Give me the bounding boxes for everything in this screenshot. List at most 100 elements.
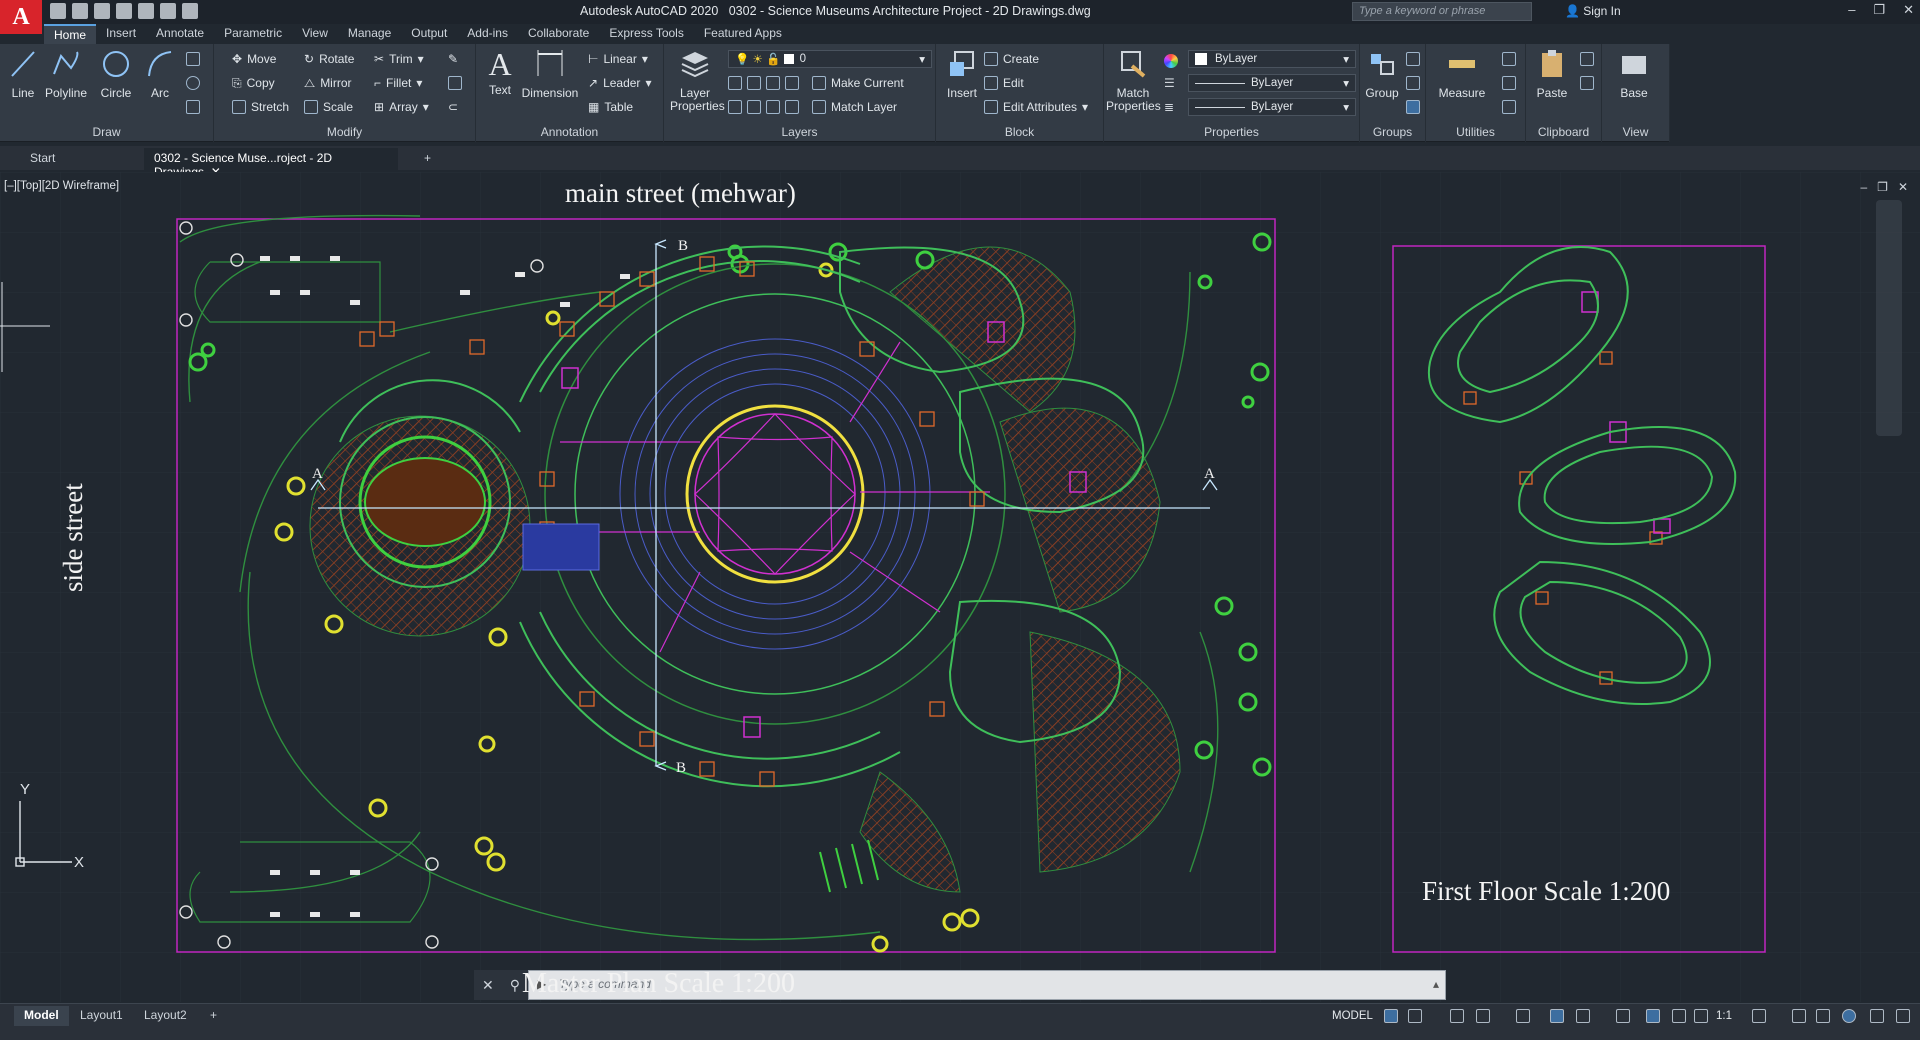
mirror-button[interactable]: ⧍ Mirror bbox=[304, 74, 352, 92]
trim-button[interactable]: ✂ Trim ▾ bbox=[374, 50, 424, 68]
leader-button[interactable]: ↗ Leader ▾ bbox=[588, 74, 651, 92]
annotation-panel-label[interactable]: Annotation bbox=[476, 125, 663, 139]
model-space-toggle[interactable]: MODEL bbox=[1332, 1010, 1373, 1022]
tab-featured-apps[interactable]: Featured Apps bbox=[694, 24, 792, 44]
offset-button[interactable]: ⊂ bbox=[448, 98, 458, 116]
annotation-visibility-icon[interactable] bbox=[1672, 1009, 1686, 1023]
drawing-canvas[interactable]: A A B B Y X main street (mehwar) side st… bbox=[0, 172, 1920, 1002]
viewport-minimize-icon[interactable]: – bbox=[1860, 180, 1867, 194]
restore-icon[interactable]: ❐ bbox=[1873, 2, 1885, 18]
chevron-down-icon[interactable]: ▾ bbox=[418, 52, 424, 66]
plot-icon[interactable] bbox=[138, 3, 154, 19]
minimize-icon[interactable]: – bbox=[1848, 2, 1855, 18]
layer-properties-button[interactable]: Layer Properties bbox=[670, 48, 725, 113]
calculator-button[interactable] bbox=[1502, 98, 1516, 116]
polyline-button[interactable]: Polyline bbox=[44, 48, 88, 100]
annotation-monitor-icon[interactable] bbox=[1646, 1009, 1660, 1023]
command-line[interactable]: ▶ Type a command ▴ bbox=[528, 970, 1446, 1000]
tab-add-ins[interactable]: Add-ins bbox=[457, 24, 518, 44]
add-layout-button[interactable]: + bbox=[200, 1006, 227, 1026]
ellipse-button[interactable] bbox=[186, 74, 200, 92]
osnap-icon[interactable] bbox=[1516, 1009, 1530, 1023]
selection-cycling-icon[interactable] bbox=[1616, 1009, 1630, 1023]
select-all-button[interactable] bbox=[1502, 74, 1516, 92]
erase-button[interactable]: ✎ bbox=[448, 50, 458, 68]
rotate-button[interactable]: ↻ Rotate bbox=[304, 50, 354, 68]
auto-scale-icon[interactable] bbox=[1694, 1009, 1708, 1023]
layer-tools-row-2[interactable] bbox=[728, 98, 799, 116]
tab-home[interactable]: Home bbox=[44, 24, 97, 44]
undo-icon[interactable] bbox=[160, 3, 176, 19]
color-dropdown[interactable]: ByLayer ▾ bbox=[1188, 50, 1356, 68]
polar-icon[interactable] bbox=[1476, 1009, 1490, 1023]
redo-icon[interactable] bbox=[182, 3, 198, 19]
ungroup-button[interactable] bbox=[1406, 50, 1420, 68]
lineweight-dropdown[interactable]: ByLayer ▾ bbox=[1188, 98, 1356, 116]
groups-panel-label[interactable]: Groups bbox=[1360, 125, 1425, 139]
sign-in-button[interactable]: 👤 Sign In bbox=[1565, 4, 1621, 18]
clipboard-panel-label[interactable]: Clipboard bbox=[1526, 125, 1601, 139]
tab-parametric[interactable]: Parametric bbox=[214, 24, 292, 44]
viewport-close-icon[interactable]: ✕ bbox=[1898, 180, 1908, 194]
annotation-scale[interactable]: 1:1 bbox=[1716, 1010, 1732, 1022]
tab-annotate[interactable]: Annotate bbox=[146, 24, 214, 44]
tab-start[interactable]: Start bbox=[20, 148, 65, 170]
move-button[interactable]: ✥ Move bbox=[232, 50, 276, 68]
layer-dropdown[interactable]: 💡 ☀ 🔓 0 ▾ bbox=[728, 50, 932, 68]
edit-block-button[interactable]: Edit bbox=[984, 74, 1024, 92]
command-input[interactable]: Type a command bbox=[559, 977, 651, 991]
save-icon[interactable] bbox=[94, 3, 110, 19]
make-current-button[interactable]: Make Current bbox=[812, 74, 904, 92]
tab-insert[interactable]: Insert bbox=[96, 24, 146, 44]
transparency-icon[interactable] bbox=[1576, 1009, 1590, 1023]
command-close-icon[interactable]: ✕ bbox=[482, 977, 494, 994]
chevron-down-icon[interactable]: ▾ bbox=[423, 100, 429, 114]
quick-select-button[interactable] bbox=[1502, 50, 1516, 68]
layers-panel-label[interactable]: Layers bbox=[664, 125, 935, 139]
properties-panel-label[interactable]: Properties bbox=[1104, 125, 1359, 139]
linear-button[interactable]: ⊢ Linear ▾ bbox=[588, 50, 648, 68]
group-edit-button[interactable] bbox=[1406, 74, 1420, 92]
edit-attributes-button[interactable]: Edit Attributes ▾ bbox=[984, 98, 1088, 116]
paste-button[interactable]: Paste bbox=[1532, 48, 1572, 100]
text-button[interactable]: A Text bbox=[482, 48, 518, 97]
dimension-button[interactable]: Dimension bbox=[520, 48, 580, 100]
match-properties-button[interactable]: Match Properties bbox=[1106, 48, 1161, 113]
linetype-dropdown[interactable]: ByLayer ▾ bbox=[1188, 74, 1356, 92]
viewport-restore-icon[interactable]: ❐ bbox=[1877, 180, 1888, 194]
close-icon[interactable]: ✕ bbox=[1903, 2, 1914, 18]
create-block-button[interactable]: Create bbox=[984, 50, 1039, 68]
plus-icon[interactable] bbox=[1792, 1009, 1806, 1023]
clean-screen-icon[interactable] bbox=[1870, 1009, 1884, 1023]
tab-collaborate[interactable]: Collaborate bbox=[518, 24, 599, 44]
chevron-down-icon[interactable]: ▾ bbox=[1082, 100, 1088, 114]
line-button[interactable]: Line bbox=[6, 48, 40, 100]
ortho-icon[interactable] bbox=[1450, 1009, 1464, 1023]
tab-manage[interactable]: Manage bbox=[338, 24, 401, 44]
hatch-button[interactable] bbox=[186, 98, 200, 116]
group-selection-button[interactable] bbox=[1406, 98, 1420, 116]
new-icon[interactable] bbox=[50, 3, 66, 19]
customization-icon[interactable] bbox=[1896, 1009, 1910, 1023]
open-icon[interactable] bbox=[72, 3, 88, 19]
cut-button[interactable] bbox=[1580, 50, 1594, 68]
fillet-button[interactable]: ⌐ Fillet ▾ bbox=[374, 74, 422, 92]
command-customize-icon[interactable]: ⚲ bbox=[510, 977, 520, 994]
insert-button[interactable]: Insert bbox=[942, 48, 982, 100]
tab-layout1[interactable]: Layout1 bbox=[70, 1006, 133, 1026]
base-button[interactable]: Base bbox=[1614, 48, 1654, 100]
search-input[interactable]: Type a keyword or phrase bbox=[1352, 2, 1532, 21]
arc-button[interactable]: Arc bbox=[142, 48, 178, 100]
circle-button[interactable]: Circle bbox=[96, 48, 136, 100]
navigation-bar[interactable] bbox=[1876, 200, 1902, 436]
tab-output[interactable]: Output bbox=[401, 24, 457, 44]
modify-panel-label[interactable]: Modify bbox=[214, 125, 475, 139]
table-button[interactable]: ▦ Table bbox=[588, 98, 633, 116]
color-wheel-icon[interactable] bbox=[1164, 52, 1178, 70]
save-as-icon[interactable] bbox=[116, 3, 132, 19]
chevron-down-icon[interactable]: ▾ bbox=[642, 52, 648, 66]
autocad-logo-icon[interactable]: A bbox=[0, 0, 42, 34]
gear-icon[interactable] bbox=[1752, 1009, 1766, 1023]
tab-view[interactable]: View bbox=[292, 24, 338, 44]
grid-icon[interactable] bbox=[1384, 1009, 1398, 1023]
